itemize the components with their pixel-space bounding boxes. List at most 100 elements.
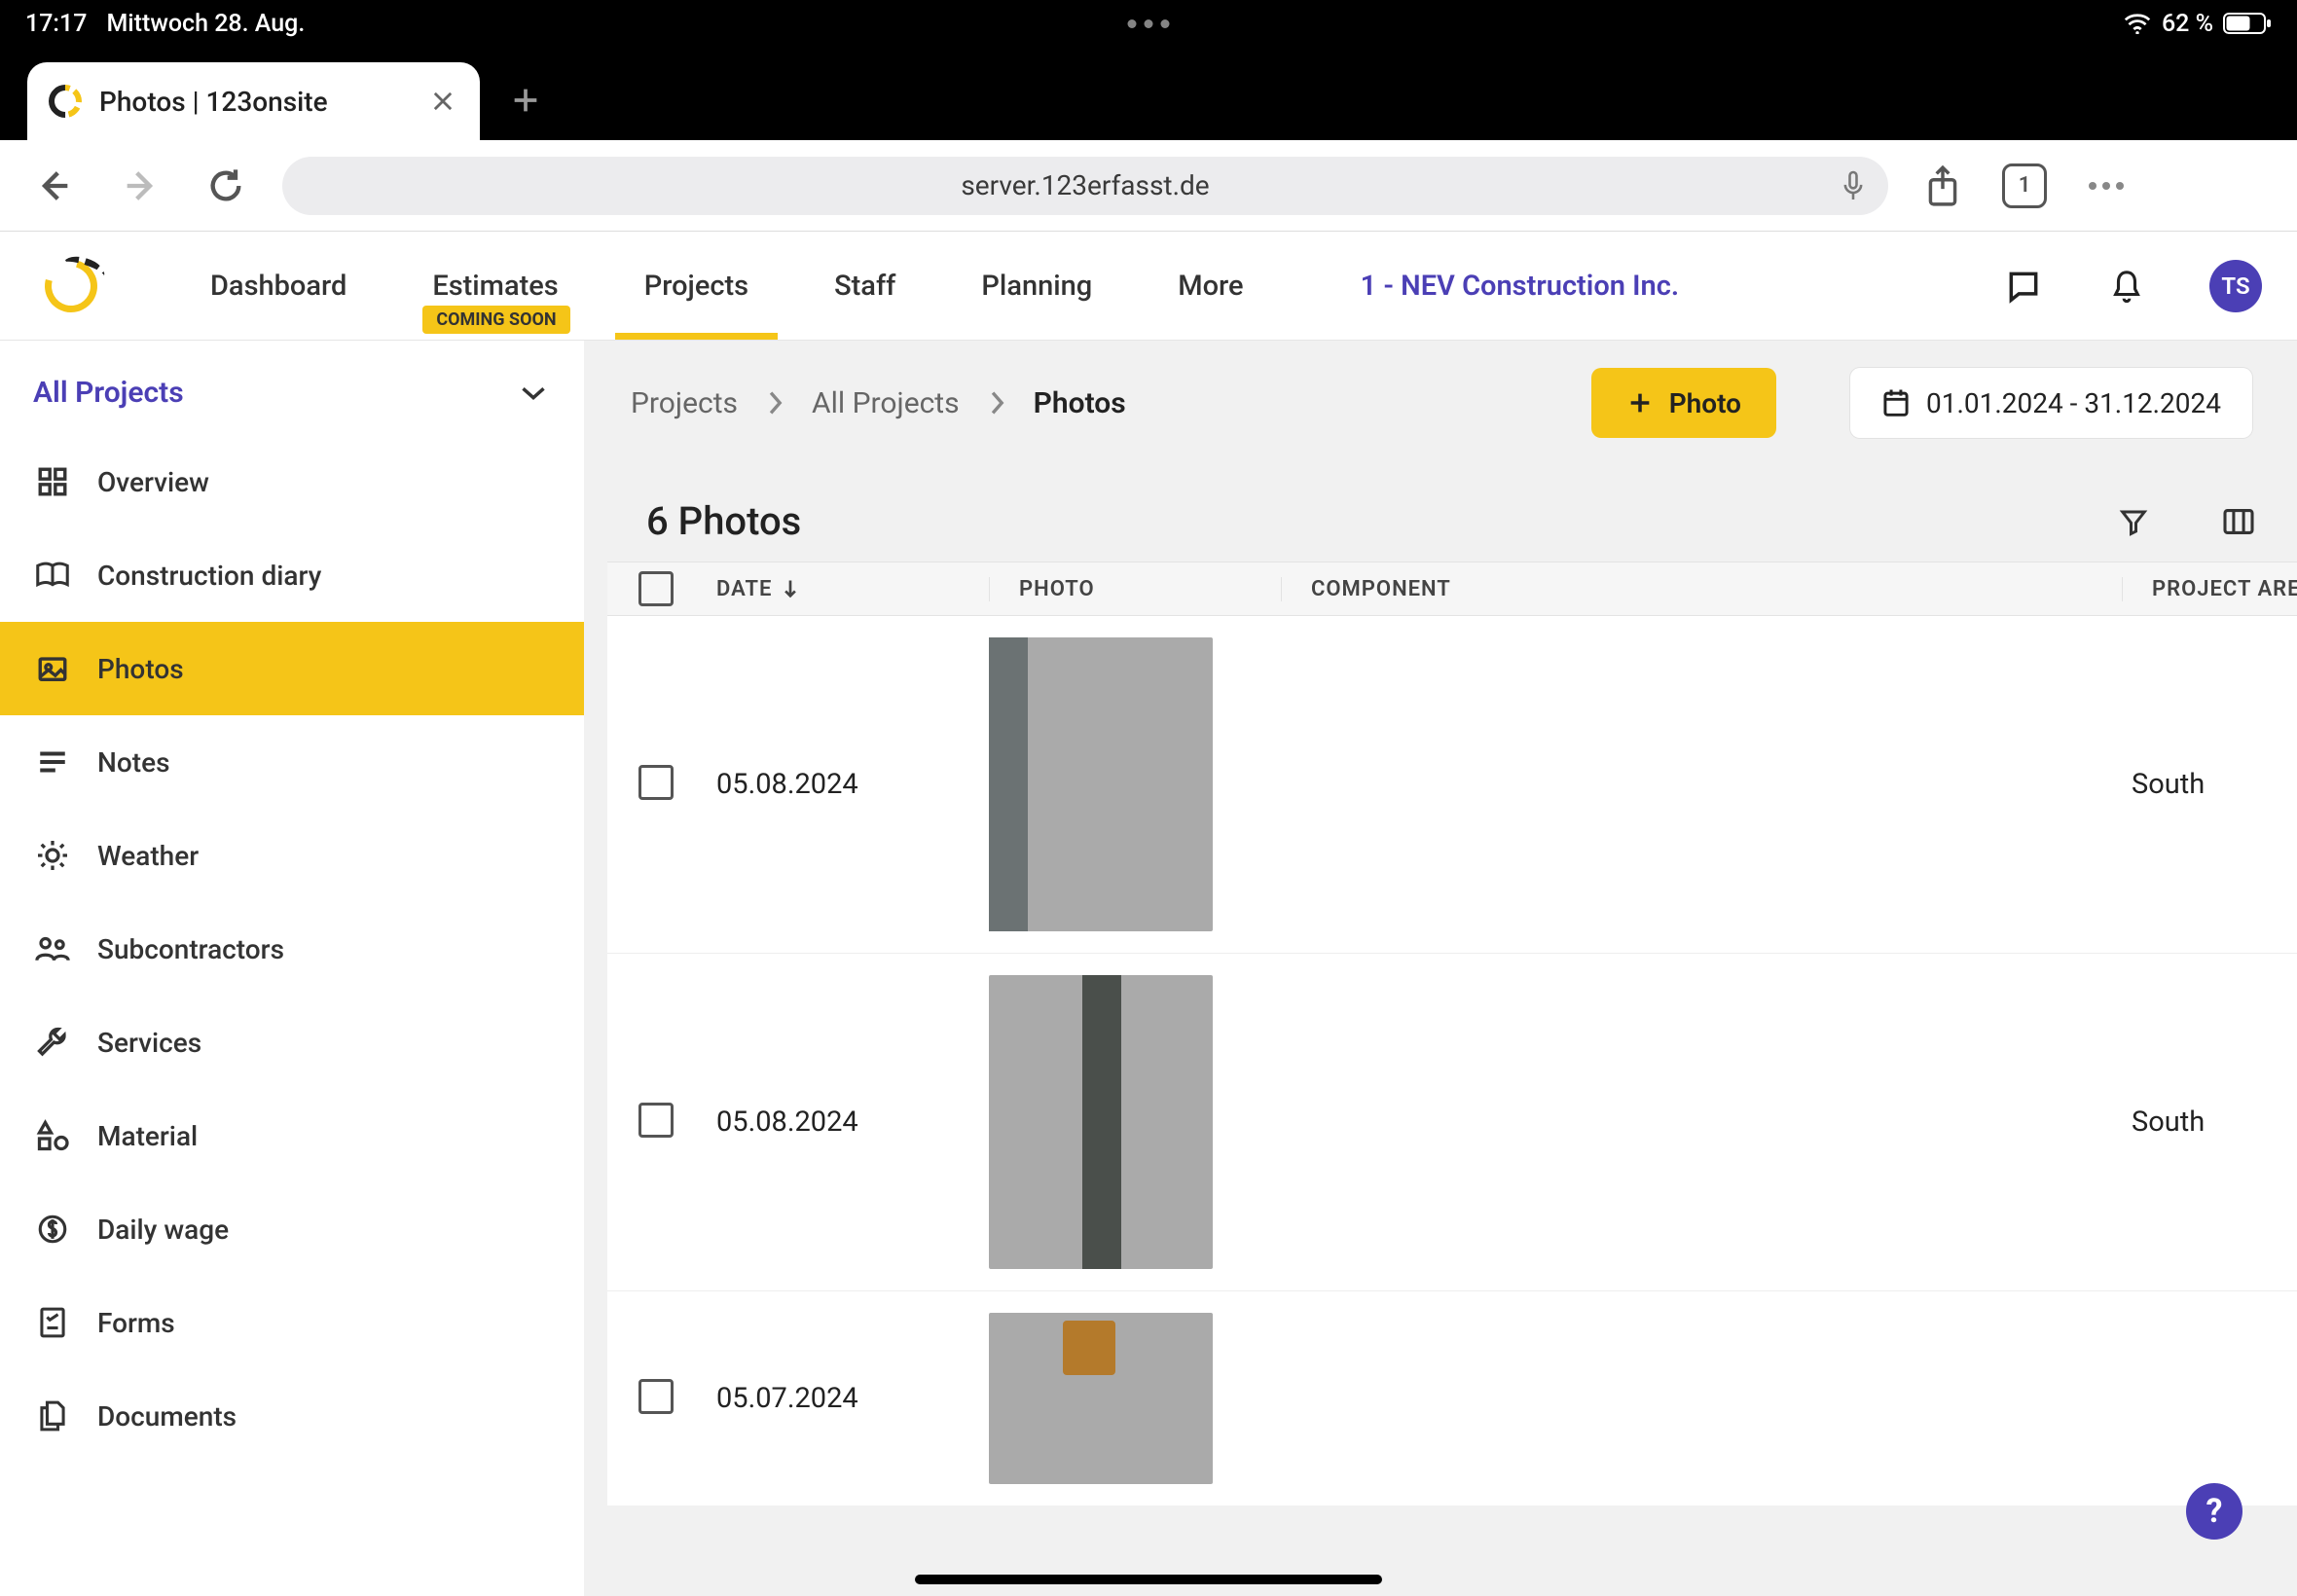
photo-thumbnail[interactable] [989, 637, 1213, 931]
status-date: Mittwoch 28. Aug. [106, 10, 305, 38]
grid-icon [33, 462, 72, 501]
battery-icon [2223, 12, 2272, 35]
people-icon [33, 929, 72, 968]
nav-staff[interactable]: Staff [834, 232, 895, 340]
arrow-down-icon [782, 578, 799, 599]
address-text: server.123erfasst.de [961, 169, 1209, 201]
copy-icon [33, 1396, 72, 1435]
nav-projects[interactable]: Projects [644, 232, 748, 340]
help-button[interactable]: ? [2186, 1483, 2242, 1540]
sidebar-item-diary[interactable]: Construction diary [0, 528, 584, 622]
status-time: 17:17 [25, 10, 87, 38]
nav-estimates[interactable]: Estimates COMING SOON [432, 232, 558, 340]
crumb-projects[interactable]: Projects [631, 386, 738, 420]
sidebar-item-services[interactable]: Services [0, 996, 584, 1089]
bell-icon[interactable] [2106, 266, 2147, 307]
row-checkbox[interactable] [638, 765, 674, 800]
home-indicator[interactable] [915, 1575, 1382, 1584]
nav-back-button[interactable] [25, 157, 84, 215]
sidebar-item-subcontractors[interactable]: Subcontractors [0, 902, 584, 996]
chevron-right-icon [989, 390, 1004, 416]
filter-button[interactable] [2114, 502, 2153, 541]
sidebar-item-material[interactable]: Material [0, 1089, 584, 1182]
address-bar[interactable]: server.123erfasst.de [282, 157, 1888, 215]
chat-icon[interactable] [2003, 266, 2044, 307]
app-header: Dashboard Estimates COMING SOON Projects… [0, 232, 2297, 341]
nav-more[interactable]: More [1178, 232, 1243, 340]
share-button[interactable] [1915, 159, 1970, 213]
browser-tab[interactable]: Photos | 123onsite [27, 62, 480, 140]
main-content: Projects All Projects Photos Photo 01.01… [584, 341, 2297, 1596]
table-row[interactable]: 05.08.2024 South [607, 954, 2297, 1291]
tab-title: Photos | 123onsite [99, 86, 328, 118]
nav-planning[interactable]: Planning [981, 232, 1092, 340]
crumb-all-projects[interactable]: All Projects [812, 386, 960, 420]
calendar-icon [1881, 387, 1911, 418]
multitasking-dots[interactable] [1128, 19, 1170, 28]
sidebar-item-forms[interactable]: Forms [0, 1276, 584, 1369]
row-area: South [2122, 768, 2297, 801]
row-area: South [2122, 1106, 2297, 1139]
browser-toolbar: server.123erfasst.de 1 [0, 140, 2297, 232]
sun-icon [33, 836, 72, 875]
row-checkbox[interactable] [638, 1103, 674, 1138]
crumb-photos: Photos [1034, 386, 1126, 420]
breadcrumb: Projects All Projects Photos [631, 386, 1126, 420]
wrench-icon [33, 1023, 72, 1062]
image-icon [33, 649, 72, 688]
close-tab-button[interactable] [429, 88, 456, 115]
battery-percent: 62 % [2162, 10, 2213, 38]
sidebar-item-photos[interactable]: Photos [0, 622, 584, 715]
avatar[interactable]: TS [2209, 260, 2262, 312]
company-selector[interactable]: 1 - NEV Construction Inc. [1361, 270, 1680, 303]
col-project-area[interactable]: PROJECT AREA [2122, 577, 2297, 601]
sidebar-item-weather[interactable]: Weather [0, 809, 584, 902]
dollar-icon [33, 1210, 72, 1249]
row-checkbox[interactable] [638, 1379, 674, 1414]
main-nav: Dashboard Estimates COMING SOON Projects… [210, 232, 1244, 340]
plus-icon [1626, 389, 1654, 417]
notes-icon [33, 743, 72, 781]
col-component[interactable]: COMPONENT [1281, 577, 2122, 601]
sidebar: All Projects Overview Construction diary… [0, 341, 584, 1596]
chevron-right-icon [767, 390, 783, 416]
photo-thumbnail[interactable] [989, 1313, 1213, 1484]
mic-icon[interactable] [1840, 169, 1867, 202]
list-title: 6 Photos [646, 498, 801, 544]
new-tab-button[interactable] [499, 74, 552, 127]
sidebar-item-documents[interactable]: Documents [0, 1369, 584, 1463]
form-icon [33, 1303, 72, 1342]
date-range-picker[interactable]: 01.01.2024 - 31.12.2024 [1850, 368, 2252, 438]
app-logo[interactable] [35, 260, 103, 312]
col-date[interactable]: DATE [716, 577, 989, 601]
nav-dashboard[interactable]: Dashboard [210, 232, 346, 340]
row-date: 05.08.2024 [716, 1106, 989, 1139]
sidebar-item-overview[interactable]: Overview [0, 435, 584, 528]
nav-forward-button[interactable] [111, 157, 169, 215]
reload-button[interactable] [197, 157, 255, 215]
tab-favicon [49, 85, 82, 118]
more-button[interactable] [2079, 159, 2133, 213]
wifi-icon [2123, 13, 2152, 34]
sidebar-item-dailywage[interactable]: Daily wage [0, 1182, 584, 1276]
select-all-checkbox[interactable] [638, 571, 674, 606]
tab-count: 1 [2002, 163, 2047, 208]
sidebar-item-notes[interactable]: Notes [0, 715, 584, 809]
sidebar-header[interactable]: All Projects [0, 341, 584, 435]
columns-button[interactable] [2219, 502, 2258, 541]
table-row[interactable]: 05.08.2024 South [607, 616, 2297, 954]
chevron-down-icon [520, 384, 547, 402]
coming-soon-badge: COMING SOON [422, 306, 569, 334]
book-icon [33, 556, 72, 595]
photo-thumbnail[interactable] [989, 975, 1213, 1269]
add-photo-button[interactable]: Photo [1591, 368, 1776, 438]
tabs-button[interactable]: 1 [1997, 159, 2052, 213]
table-header: DATE PHOTO COMPONENT PROJECT AREA [607, 562, 2297, 616]
table-row[interactable]: 05.07.2024 [607, 1291, 2297, 1505]
row-date: 05.08.2024 [716, 768, 989, 801]
shapes-icon [33, 1116, 72, 1155]
col-photo[interactable]: PHOTO [989, 577, 1281, 601]
browser-tabstrip: Photos | 123onsite [0, 47, 2297, 140]
sidebar-title: All Projects [33, 376, 184, 410]
ipad-status-bar: 17:17 Mittwoch 28. Aug. 62 % [0, 0, 2297, 47]
